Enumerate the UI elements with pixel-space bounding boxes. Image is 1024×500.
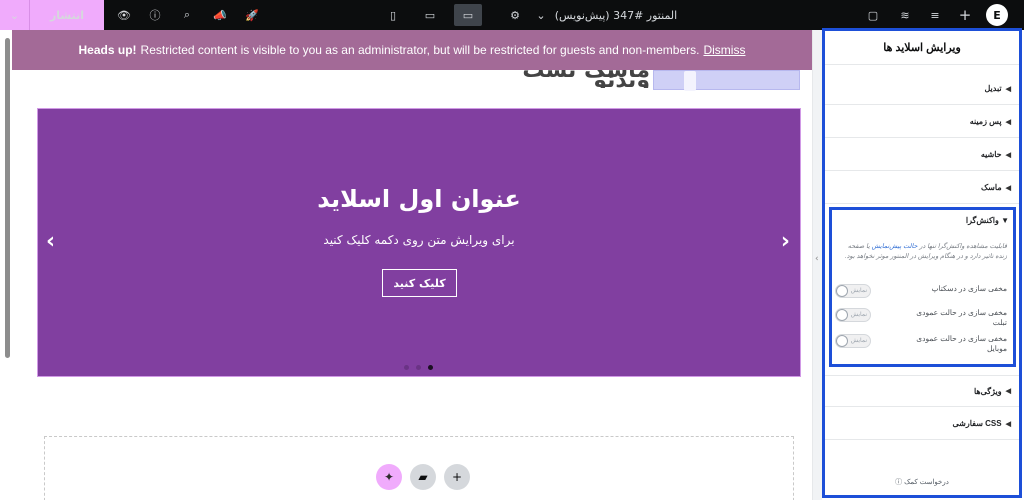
caret-left-icon: ◀ [1005, 151, 1011, 159]
publish-button[interactable]: انتشار [30, 0, 104, 30]
preview-eye-icon[interactable]: 👁 [112, 0, 136, 30]
section-label: CSS سفارشی [952, 419, 1002, 428]
canvas-scrollbar[interactable] [5, 38, 10, 358]
toggle-state: نمایش [850, 338, 867, 344]
section-responsive-header[interactable]: ▼ واکنش‌گرا [966, 216, 1009, 225]
restricted-content-notice: Heads up! Restricted content is visible … [12, 30, 812, 70]
hide-tablet-toggle[interactable]: نمایش [835, 308, 871, 322]
notice-bold: Heads up! [78, 43, 137, 57]
notifications-megaphone-icon[interactable]: 📣 [208, 0, 232, 30]
caret-left-icon: ◀ [1005, 388, 1011, 395]
hide-mobile-toggle[interactable]: نمایش [835, 334, 871, 348]
panel-title: ویرایش اسلاید ها [825, 31, 1019, 65]
help-icon[interactable]: ⓘ [143, 0, 167, 30]
section-responsive: ▼ واکنش‌گرا قابلیت مشاهده واکنش‌گرا تنها… [829, 207, 1016, 367]
caret-left-icon: ◀ [1005, 420, 1011, 428]
responsive-note: قابلیت مشاهده واکنش‌گرا تنها در حالت پیش… [837, 242, 1007, 262]
site-settings-sliders-icon[interactable]: ≡ [924, 0, 946, 30]
template-folder-icon[interactable]: ▰ [410, 464, 436, 490]
notice-dismiss-link[interactable]: Dismiss [703, 43, 745, 57]
device-desktop-icon[interactable]: ▭ [454, 4, 482, 26]
slide-title[interactable]: عنوان اول اسلاید [38, 185, 800, 213]
toggle-state: نمایش [850, 288, 867, 294]
page-settings-gear-icon[interactable]: ⚙ [504, 0, 526, 30]
toggle-state: نمایش [850, 312, 867, 318]
hide-desktop-toggle[interactable]: نمایش [835, 284, 871, 298]
editor-canvas: ماسک تست ویدئو Heads up! Restricted cont… [0, 30, 812, 500]
slide-description[interactable]: برای ویرایش متن روی دکمه کلیک کنید [38, 233, 800, 247]
preview-mode-link[interactable]: حالت پیش‌نمایش [872, 243, 918, 250]
slider-pagination [404, 365, 433, 370]
section-mask[interactable]: ◀ ماسک [825, 172, 1019, 204]
device-tablet-icon[interactable]: ▭ [418, 0, 442, 30]
section-label: حاشیه [980, 150, 1002, 159]
panel-collapse-handle[interactable]: ‹ [812, 30, 822, 500]
search-icon[interactable]: ⌕ [175, 0, 199, 30]
add-section-plus-icon[interactable]: + [444, 464, 470, 490]
notice-text: Restricted content is visible to you as … [140, 43, 700, 57]
caret-left-icon: ◀ [1005, 118, 1011, 126]
chevron-left-icon: ‹ [815, 254, 819, 264]
section-label: ماسک [981, 183, 1002, 192]
slider-dot-active[interactable] [428, 365, 433, 370]
hide-mobile-row: مخفی سازی در حالت عمودی موبایل نمایش [835, 334, 1007, 354]
section-attributes[interactable]: ◀ ویژگی‌ها [825, 375, 1019, 407]
help-link[interactable]: درخواست کمک ⓘ [825, 477, 1019, 487]
site-settings-rocket-icon[interactable]: 🚀 [240, 0, 264, 30]
slide-button[interactable]: کلیک کنید [382, 269, 457, 297]
section-label: تبدیل [984, 84, 1002, 93]
toggle-label: مخفی سازی در حالت عمودی تبلت [916, 308, 1007, 327]
ai-sparkle-icon[interactable]: ✦ [376, 464, 402, 490]
slider-dot[interactable] [416, 365, 421, 370]
add-element-plus-icon[interactable]: + [954, 0, 976, 30]
document-title[interactable]: المنتور #347 (پیش‌نویس) [550, 0, 682, 30]
caret-down-icon: ▼ [998, 216, 1009, 225]
add-section-controls: ✦ ▰ + [376, 464, 470, 490]
hide-desktop-row: مخفی سازی در دسکتاپ نمایش [835, 284, 1007, 304]
publish-options-chevron-icon[interactable]: ⌄ [0, 0, 30, 30]
caret-left-icon: ◀ [1005, 184, 1011, 192]
hide-tablet-row: مخفی سازی در حالت عمودی تبلت نمایش [835, 308, 1007, 328]
elementor-logo[interactable]: E [984, 0, 1010, 30]
elementor-logo-icon: E [986, 4, 1008, 26]
caret-left-icon: ◀ [1005, 85, 1011, 93]
slides-widget[interactable]: ‹ › عنوان اول اسلاید برای ویرایش متن روی… [37, 108, 801, 377]
page-menu-chevron-down-icon[interactable]: ⌄ [532, 0, 550, 30]
section-transform[interactable]: ◀ تبدیل [825, 73, 1019, 105]
toggle-label: مخفی سازی در حالت عمودی موبایل [916, 334, 1007, 353]
note-text: قابلیت مشاهده واکنش‌گرا تنها در [919, 243, 1007, 250]
toggle-label: مخفی سازی در دسکتاپ [931, 284, 1007, 293]
edit-panel: ویرایش اسلاید ها ◀ تبدیل ◀ پس زمینه ◀ حاشیه… [822, 28, 1022, 498]
section-label: ویژگی‌ها [973, 386, 1002, 396]
top-bar: ⌄ انتشار 👁 ⓘ ⌕ 📣 🚀 ▯ ▭ ▭ ⚙ ⌄ المنتور #34… [0, 0, 1024, 30]
slider-dot[interactable] [404, 365, 409, 370]
section-label: واکنش‌گرا [965, 216, 999, 225]
help-label: درخواست کمک [904, 479, 949, 486]
header-image [653, 70, 800, 91]
section-label: پس زمینه [969, 117, 1002, 126]
section-border[interactable]: ◀ حاشیه [825, 139, 1019, 171]
notes-comment-icon[interactable]: ▢ [862, 0, 884, 30]
section-custom-css[interactable]: ◀ CSS سفارشی [825, 408, 1019, 440]
structure-layers-icon[interactable]: ≋ [894, 0, 916, 30]
question-icon: ⓘ [895, 479, 903, 486]
device-mobile-icon[interactable]: ▯ [382, 0, 404, 30]
section-background[interactable]: ◀ پس زمینه [825, 106, 1019, 138]
